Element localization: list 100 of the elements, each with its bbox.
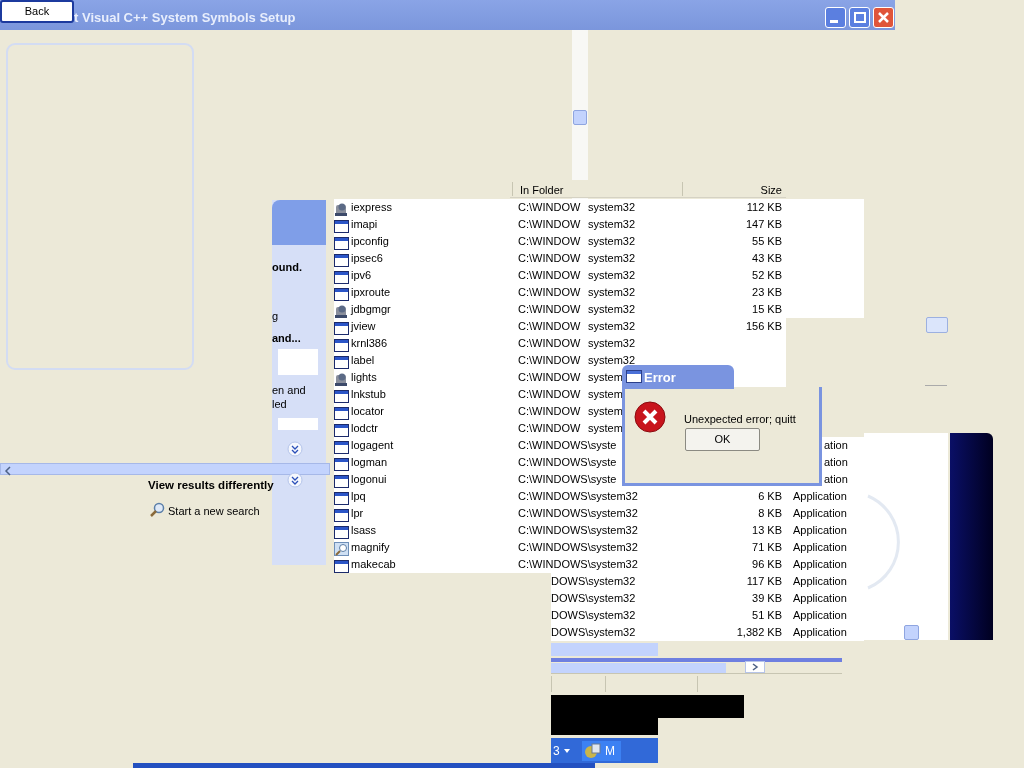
- window-icon: [626, 370, 642, 383]
- folder-path: C:\WINDOW: [518, 404, 581, 419]
- dialog-title: Error: [622, 365, 734, 389]
- folder-path: C:\WINDOW: [518, 251, 581, 266]
- file-name: lpr: [351, 506, 364, 521]
- folder-path: system: [588, 387, 623, 402]
- folder-path: C:\WINDOWS\system32: [518, 506, 638, 521]
- folder-path: C:\WINDOW: [518, 353, 581, 368]
- folder-path: system32: [588, 200, 636, 215]
- file-size: 55 KB: [752, 234, 782, 249]
- file-size: 117 KB: [746, 574, 782, 589]
- folder-path: C:\WINDOW: [518, 217, 581, 232]
- folder-path: DOWS\system32: [551, 591, 636, 606]
- folder-path: system32: [588, 319, 636, 334]
- file-name: ipv6: [351, 268, 372, 283]
- program-icon: [334, 303, 349, 318]
- pane-text: ound.: [272, 260, 302, 275]
- file-type: Application: [793, 489, 847, 504]
- pane-text: and...: [272, 331, 301, 346]
- file-type: ation: [824, 455, 848, 470]
- folder-path: system32: [588, 285, 636, 300]
- program-icon: [334, 371, 349, 386]
- window-icon: [334, 354, 349, 369]
- folder-path: C:\WINDOW: [518, 234, 581, 249]
- file-name: logman: [351, 455, 388, 470]
- file-name: jview: [351, 319, 376, 334]
- file-type: Application: [793, 625, 847, 640]
- file-size: 71 KB: [752, 540, 782, 555]
- window-icon: [334, 337, 349, 352]
- folder-path: C:\WINDOW: [518, 285, 581, 300]
- file-type: Application: [793, 523, 847, 538]
- file-name: logagent: [351, 438, 394, 453]
- error-message: Unexpected error; quitt: [684, 412, 796, 427]
- file-name: logonui: [351, 472, 387, 487]
- small-button[interactable]: [926, 317, 948, 333]
- folder-path: system: [588, 404, 623, 419]
- file-size: 8 KB: [758, 506, 782, 521]
- maximize-button[interactable]: [849, 7, 870, 28]
- file-name: lpq: [351, 489, 366, 504]
- folder-path: system32: [588, 251, 636, 266]
- scroll-thumb[interactable]: [551, 643, 658, 656]
- blank-panel: [278, 349, 318, 375]
- file-type: ation: [824, 472, 848, 487]
- chevron-icon: [287, 472, 303, 488]
- window-icon: [334, 388, 349, 403]
- folder-path: C:\WINDOW: [518, 268, 581, 283]
- folder-path: system: [588, 370, 623, 385]
- section-title: View results differently: [148, 478, 274, 493]
- file-type: Application: [793, 591, 847, 606]
- program-icon: [334, 201, 349, 216]
- file-name: lodctr: [351, 421, 378, 436]
- folder-path: system32: [588, 268, 636, 283]
- file-type: Application: [793, 608, 847, 623]
- file-size: 96 KB: [752, 557, 782, 572]
- folder-path: C:\WINDOW: [518, 336, 581, 351]
- file-size: 51 KB: [752, 608, 782, 623]
- horizontal-scrollbar[interactable]: [551, 663, 726, 673]
- file-type: Application: [793, 540, 847, 555]
- taskbar-button[interactable]: 3: [551, 741, 572, 761]
- file-name: jdbgmgr: [351, 302, 391, 317]
- folder-path: system: [588, 421, 623, 436]
- minimize-icon: [829, 20, 838, 23]
- taskbar-button[interactable]: M: [582, 741, 621, 761]
- file-name: imapi: [351, 217, 378, 232]
- file-type: Application: [793, 557, 847, 572]
- scroll-thumb[interactable]: [573, 110, 587, 125]
- file-name: lsass: [351, 523, 377, 538]
- file-size: 156 KB: [745, 319, 782, 334]
- chevron-icon: [287, 441, 303, 457]
- folder-path: C:\WINDOWS\syste: [518, 472, 617, 487]
- folder-path: C:\WINDOWS\system32: [518, 523, 638, 538]
- folder-path: DOWS\system32: [551, 625, 636, 640]
- folder-path: C:\WINDOW: [518, 200, 581, 215]
- folder-path: DOWS\system32: [551, 574, 636, 589]
- file-size: 52 KB: [752, 268, 782, 283]
- new-search-link[interactable]: Start a new search: [168, 503, 260, 520]
- pane-text: led: [272, 397, 287, 412]
- file-size: 23 KB: [752, 285, 782, 300]
- minimize-button[interactable]: [825, 7, 846, 28]
- close-icon: [878, 12, 889, 23]
- close-button[interactable]: [873, 7, 894, 28]
- folder-path: system32: [588, 336, 636, 351]
- scroll-thumb[interactable]: [904, 625, 919, 640]
- file-size: 1,382 KB: [736, 625, 782, 640]
- pane-header: [272, 200, 326, 245]
- search-icon: [149, 502, 165, 518]
- file-type: ation: [824, 438, 848, 453]
- folder-path: C:\WINDOW: [518, 302, 581, 317]
- file-name: ipconfig: [351, 234, 389, 249]
- back-button[interactable]: Back: [0, 0, 74, 23]
- column-title: Size: [760, 183, 782, 198]
- file-name: magnify: [351, 540, 390, 555]
- window-title: t Visual C++ System Symbols Setup: [74, 9, 296, 27]
- folder-path: system32: [588, 302, 636, 317]
- folder-path: system32: [588, 234, 636, 249]
- file-name: ipxroute: [351, 285, 391, 300]
- window-icon: [334, 405, 349, 420]
- folder-path: DOWS\system32: [551, 608, 636, 623]
- horizontal-scrollbar[interactable]: [0, 463, 330, 475]
- ok-button[interactable]: OK: [685, 428, 760, 451]
